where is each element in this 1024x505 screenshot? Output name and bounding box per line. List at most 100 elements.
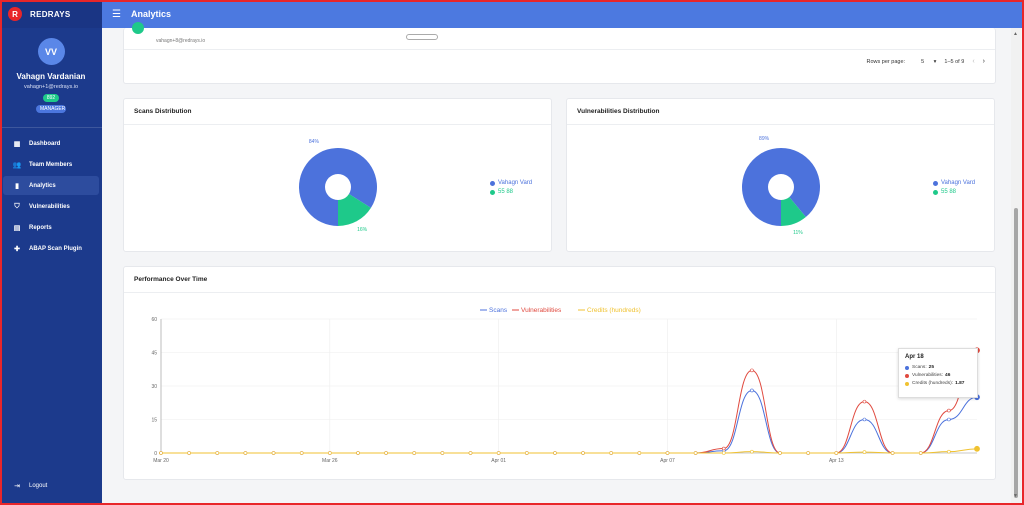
series-line — [161, 389, 978, 454]
x-tick-label: Mar 20 — [153, 458, 169, 464]
legend-label: Vahagn Vard — [941, 180, 976, 186]
legend-swatch — [490, 180, 495, 186]
pie-value-label: 16% — [357, 227, 368, 233]
sidebar-item-reports[interactable]: ▤ Reports — [3, 218, 99, 237]
chart-legend-item[interactable]: Scans — [480, 307, 508, 314]
sidebar-item-vulnerabilities[interactable]: ⛉ Vulnerabilities — [3, 197, 99, 216]
data-point[interactable] — [384, 451, 388, 455]
sidebar-item-team-members[interactable]: 👥 Team Members — [3, 155, 99, 174]
data-point[interactable] — [862, 399, 867, 404]
legend-label: Vahagn Vard — [498, 180, 533, 186]
data-point[interactable] — [468, 451, 473, 455]
data-point[interactable] — [637, 451, 642, 455]
top-app-bar: ☰ Analytics — [102, 0, 1024, 28]
data-point[interactable] — [947, 449, 951, 454]
card-title: Vulnerabilities Distribution — [567, 99, 994, 125]
data-point[interactable] — [328, 451, 332, 455]
tooltip-label: Credits (hundreds): — [912, 381, 954, 386]
data-point[interactable] — [918, 451, 923, 455]
chart-tooltip: Apr 18 Scans: 25 Vulnerabilities: 46 Credi… — [898, 348, 978, 398]
data-point[interactable] — [778, 451, 782, 455]
role-badge: MANAGER — [36, 105, 66, 113]
chart-legend-item[interactable]: Vulnerabilities — [512, 307, 562, 314]
prev-page-icon[interactable]: ‹ — [972, 58, 974, 65]
legend-item[interactable]: Vahagn Vard — [933, 180, 975, 186]
dashboard-icon: ▦ — [13, 140, 21, 148]
data-point[interactable] — [750, 388, 754, 393]
data-point[interactable] — [215, 451, 220, 455]
data-point[interactable] — [187, 451, 191, 455]
vulnerabilities-distribution-card: Vulnerabilities Distribution 89% 11% Vaha… — [566, 98, 995, 252]
data-point[interactable] — [974, 445, 980, 452]
scroll-thumb[interactable] — [1014, 208, 1018, 498]
x-tick-label: Apr 13 — [829, 458, 844, 464]
y-tick-label: 30 — [151, 384, 157, 390]
user-email: vahagn+1@redrays.io — [23, 84, 79, 90]
pie-value-label: 11% — [793, 230, 803, 236]
pie-hole — [768, 174, 794, 200]
series-line — [161, 448, 978, 454]
next-page-icon[interactable]: › — [983, 58, 985, 65]
chart-legend-item[interactable]: Credits (hundreds) — [578, 307, 641, 314]
vulnerabilities-legend: Vahagn Vard 55 88 — [933, 180, 975, 198]
tooltip-swatch — [905, 381, 909, 386]
y-tick-label: 45 — [151, 351, 157, 357]
data-point[interactable] — [440, 451, 445, 455]
data-point[interactable] — [750, 368, 754, 373]
tooltip-value: 1.87 — [955, 381, 965, 386]
row-email: vahagn+8@redrays.io — [156, 38, 206, 44]
sidebar-item-label: Dashboard — [29, 140, 61, 147]
data-point[interactable] — [721, 446, 726, 451]
data-point[interactable] — [890, 451, 895, 455]
sidebar-item-abap-scan-plugin[interactable]: ✚ ABAP Scan Plugin — [3, 239, 99, 258]
data-point[interactable] — [665, 451, 670, 455]
data-point[interactable] — [299, 451, 304, 455]
data-point[interactable] — [947, 417, 951, 422]
data-point[interactable] — [159, 451, 163, 455]
data-point[interactable] — [693, 451, 698, 455]
tooltip-title: Apr 18 — [905, 354, 924, 360]
data-point[interactable] — [806, 451, 810, 455]
avatar[interactable]: VV — [37, 38, 65, 65]
legend-item[interactable]: 55 88 — [490, 189, 532, 195]
data-point[interactable] — [553, 451, 557, 455]
data-point[interactable] — [834, 451, 839, 455]
data-point[interactable] — [412, 451, 417, 455]
tooltip-row: Credits (hundreds): 1.87 — [905, 381, 971, 386]
data-point[interactable] — [271, 451, 276, 455]
data-point[interactable] — [609, 451, 614, 455]
data-point[interactable] — [524, 451, 529, 455]
tooltip-row: Vulnerabilities: 46 — [905, 373, 971, 378]
rows-per-page-select[interactable]: 5 ▾ — [913, 59, 936, 65]
performance-line-chart: Scans Vulnerabilities Credits (hundreds) 0 1… — [151, 307, 980, 464]
data-point[interactable] — [721, 451, 726, 455]
scroll-up-icon[interactable]: ▲ — [1013, 31, 1018, 37]
brand[interactable]: R REDRAYS — [0, 0, 102, 28]
pie-value-label: 89% — [759, 136, 770, 142]
data-point[interactable] — [581, 451, 585, 455]
data-point[interactable] — [862, 450, 867, 454]
legend-item[interactable]: Vahagn Vard — [490, 180, 532, 186]
page-scrollbar[interactable]: ▲ ▼ — [1011, 28, 1021, 503]
series-line — [161, 349, 978, 454]
sidebar-item-analytics[interactable]: ▮ Analytics — [3, 176, 99, 195]
tooltip-label: Scans: — [912, 365, 927, 370]
data-point[interactable] — [496, 451, 501, 455]
data-point[interactable] — [750, 449, 754, 454]
sidebar-item-dashboard[interactable]: ▦ Dashboard — [3, 134, 99, 153]
data-point[interactable] — [862, 417, 867, 422]
logout-button[interactable]: ⇥ Logout — [12, 482, 47, 490]
data-point[interactable] — [243, 451, 248, 455]
user-name: Vahagn Vardanian — [16, 72, 86, 81]
table-row[interactable]: vahagn+8@redrays.io — [124, 22, 995, 50]
tooltip-label: Vulnerabilities: — [912, 373, 944, 378]
legend-swatch — [933, 189, 938, 195]
x-tick-label: Apr 07 — [660, 458, 675, 464]
data-point[interactable] — [947, 408, 951, 413]
data-point[interactable] — [356, 451, 360, 455]
user-id-badge: 892 — [42, 94, 60, 102]
legend-item[interactable]: 55 88 — [933, 189, 975, 195]
scroll-down-icon[interactable]: ▼ — [1013, 493, 1018, 499]
page-range: 1–5 of 9 — [944, 58, 965, 65]
menu-icon[interactable]: ☰ — [112, 9, 121, 20]
